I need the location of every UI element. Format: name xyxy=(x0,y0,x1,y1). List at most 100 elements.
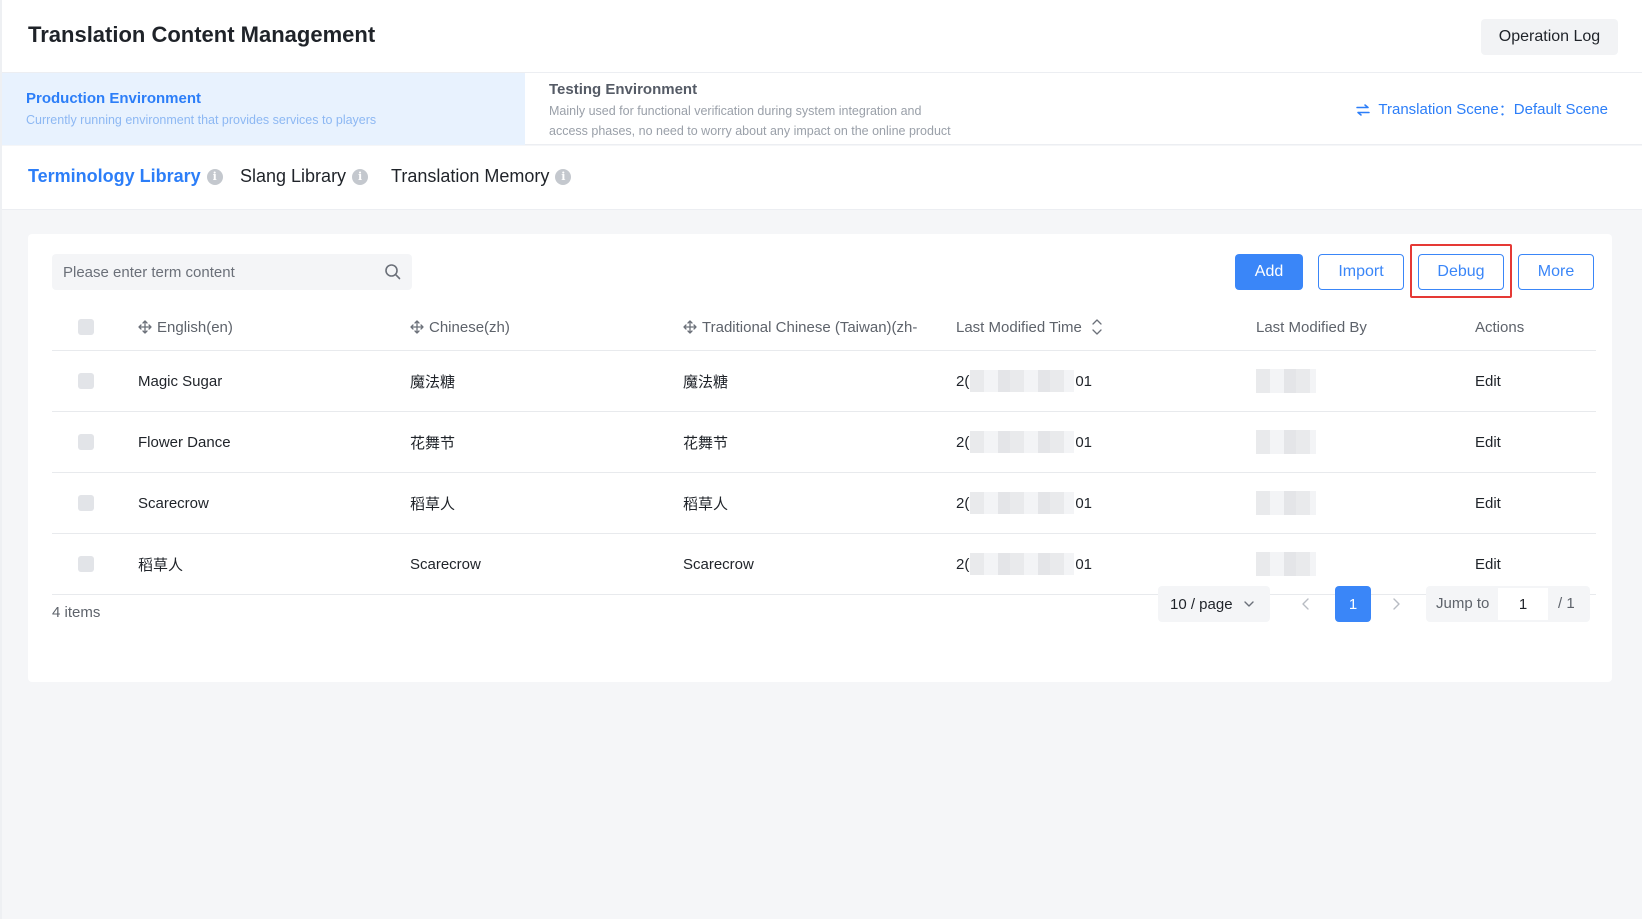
redacted-mask xyxy=(970,492,1075,514)
table-row: Flower Dance 花舞节 花舞节 2( 01 Edit xyxy=(52,412,1596,473)
edit-link[interactable]: Edit xyxy=(1475,351,1501,411)
env-production-name: Production Environment xyxy=(26,90,202,107)
cell-traditional-chinese: 稻草人 xyxy=(683,495,729,513)
tab-label: Terminology Library xyxy=(28,166,201,186)
cell-last-modified-time: 2(01 xyxy=(956,351,1092,411)
debug-button[interactable]: Debug xyxy=(1418,254,1504,290)
search-box xyxy=(52,254,412,290)
env-testing-description: Mainly used for functional verification … xyxy=(549,104,951,138)
cell-traditional-chinese: 魔法糖 xyxy=(683,373,729,391)
page-number-current[interactable]: 1 xyxy=(1335,586,1371,622)
cell-traditional-chinese: 花舞节 xyxy=(683,434,729,452)
jump-to-page: Jump to / 1 xyxy=(1426,586,1590,622)
time-suffix: 01 xyxy=(1075,433,1093,451)
cell-last-modified-by xyxy=(1256,351,1316,411)
prev-page-button[interactable] xyxy=(1294,586,1318,622)
column-traditional-chinese[interactable]: Traditional Chinese (Taiwan)(zh- xyxy=(683,304,923,350)
row-checkbox-cell xyxy=(78,473,94,533)
swap-icon xyxy=(1356,103,1371,116)
jump-page-input[interactable] xyxy=(1498,588,1548,620)
page-size-value: 10 / page xyxy=(1170,595,1233,613)
search-input[interactable] xyxy=(52,254,372,290)
edit-link[interactable]: Edit xyxy=(1475,534,1501,594)
drag-handle-icon[interactable] xyxy=(410,320,424,334)
cell-english: Magic Sugar xyxy=(138,372,223,390)
scene-separator: ： xyxy=(1498,102,1514,119)
env-testing-name: Testing Environment xyxy=(549,81,698,98)
environment-bar: Production Environment Currently running… xyxy=(2,73,1642,145)
edit-link[interactable]: Edit xyxy=(1475,473,1501,533)
select-all-checkbox[interactable] xyxy=(78,319,94,335)
operation-log-button[interactable]: Operation Log xyxy=(1481,19,1618,55)
library-tabs: Terminology Library i Slang Library i Tr… xyxy=(2,146,1642,210)
row-checkbox-cell xyxy=(78,351,94,411)
row-checkbox-cell xyxy=(78,412,94,472)
scene-label: Translation Scene xyxy=(1378,101,1499,118)
jump-label: Jump to xyxy=(1436,595,1490,612)
item-count: 4 items xyxy=(52,604,101,621)
drag-handle-icon[interactable] xyxy=(683,320,697,334)
redacted-mask xyxy=(1256,552,1316,576)
redacted-mask xyxy=(970,553,1075,575)
cell-english: Scarecrow xyxy=(138,494,209,512)
column-actions: Actions xyxy=(1475,318,1525,336)
column-last-modified-time[interactable]: Last Modified Time xyxy=(956,304,1102,350)
drag-handle-icon[interactable] xyxy=(138,320,152,334)
row-checkbox[interactable] xyxy=(78,373,94,389)
time-suffix: 01 xyxy=(1075,372,1093,390)
tab-terminology-library[interactable]: Terminology Library i xyxy=(28,166,223,187)
select-all-cell xyxy=(78,304,94,350)
redacted-mask xyxy=(1256,430,1316,454)
chevron-right-icon xyxy=(1393,598,1400,610)
row-checkbox[interactable] xyxy=(78,434,94,450)
tab-label: Slang Library xyxy=(240,166,347,186)
cell-last-modified-by xyxy=(1256,534,1316,594)
row-checkbox[interactable] xyxy=(78,556,94,572)
cell-english: Flower Dance xyxy=(138,433,231,451)
column-label: Traditional Chinese (Taiwan)(zh- xyxy=(702,318,918,336)
more-button[interactable]: More xyxy=(1518,254,1594,290)
terms-table: English(en) Chinese(zh) Traditional Chin… xyxy=(52,304,1596,595)
cell-chinese: 花舞节 xyxy=(410,434,456,452)
cell-english: 稻草人 xyxy=(138,556,184,574)
page-title: Translation Content Management xyxy=(28,22,376,47)
time-suffix: 01 xyxy=(1075,494,1093,512)
cell-traditional-chinese: Scarecrow xyxy=(683,555,754,573)
column-chinese[interactable]: Chinese(zh) xyxy=(410,304,510,350)
next-page-button[interactable] xyxy=(1384,586,1408,622)
time-prefix: 2( xyxy=(956,494,970,512)
cell-chinese: Scarecrow xyxy=(410,555,481,573)
edit-link[interactable]: Edit xyxy=(1475,412,1501,472)
cell-last-modified-time: 2( 01 xyxy=(956,473,1092,533)
time-prefix: 2( xyxy=(956,433,970,451)
sort-icon[interactable] xyxy=(1092,318,1102,336)
cell-last-modified-by xyxy=(1256,412,1316,472)
terminology-card: Add Import Debug More English(en) xyxy=(28,234,1612,682)
import-button[interactable]: Import xyxy=(1318,254,1404,290)
row-checkbox[interactable] xyxy=(78,495,94,511)
tab-slang-library[interactable]: Slang Library i xyxy=(240,166,369,187)
info-icon[interactable]: i xyxy=(352,168,369,185)
table-row: Magic Sugar 魔法糖 魔法糖 2(01 Edit xyxy=(52,351,1596,412)
page: Translation Content Management Operation… xyxy=(0,0,1642,919)
cell-chinese: 魔法糖 xyxy=(410,373,456,391)
redacted-mask xyxy=(970,370,1075,392)
table-header: English(en) Chinese(zh) Traditional Chin… xyxy=(52,304,1596,351)
env-production[interactable]: Production Environment Currently running… xyxy=(2,73,525,145)
column-last-modified-by: Last Modified By xyxy=(1256,318,1367,336)
table-row: Scarecrow 稻草人 稻草人 2(01 Edit xyxy=(52,473,1596,534)
time-prefix: 2( xyxy=(956,555,970,573)
search-icon[interactable] xyxy=(384,263,402,281)
env-testing[interactable]: Testing Environment Mainly used for func… xyxy=(525,73,985,145)
info-icon[interactable]: i xyxy=(555,168,572,185)
column-label: Chinese(zh) xyxy=(429,318,510,336)
page-header: Translation Content Management Operation… xyxy=(2,0,1642,73)
tab-translation-memory[interactable]: Translation Memory i xyxy=(391,166,572,187)
cell-last-modified-time: 2( 01 xyxy=(956,412,1092,472)
info-icon[interactable]: i xyxy=(206,168,223,185)
translation-scene-link[interactable]: Translation Scene： Default Scene xyxy=(1356,99,1608,120)
tab-label: Translation Memory xyxy=(391,166,550,186)
column-english[interactable]: English(en) xyxy=(138,304,233,350)
page-size-select[interactable]: 10 / page xyxy=(1158,586,1270,622)
add-button[interactable]: Add xyxy=(1235,254,1303,290)
